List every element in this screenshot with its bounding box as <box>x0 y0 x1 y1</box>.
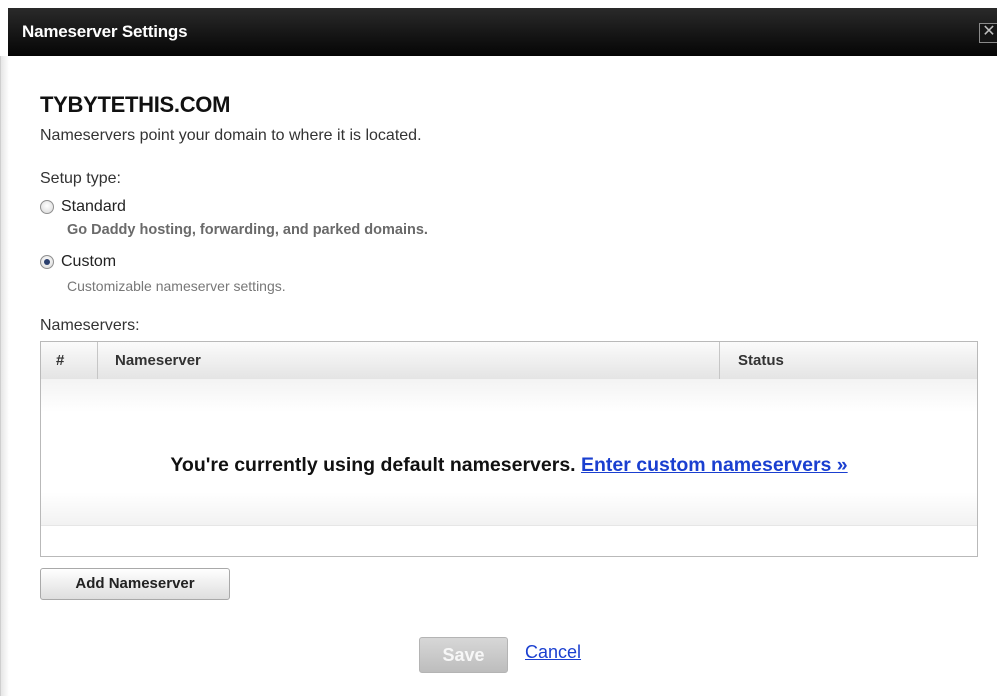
dialog-left-border <box>0 56 9 696</box>
dialog-titlebar: Nameserver Settings ✕ <box>8 8 997 56</box>
enter-custom-nameservers-link[interactable]: Enter custom nameservers » <box>581 454 848 476</box>
nameservers-table-header: # Nameserver Status <box>41 342 977 380</box>
setup-type-label: Setup type: <box>40 170 121 187</box>
setup-option-custom[interactable]: Custom <box>40 253 116 271</box>
column-header-number: # <box>56 352 65 369</box>
standard-description: Go Daddy hosting, forwarding, and parked… <box>67 222 428 238</box>
column-header-nameserver: Nameserver <box>115 352 201 369</box>
custom-description: Customizable nameserver settings. <box>67 278 286 294</box>
column-header-status: Status <box>738 352 784 369</box>
column-divider <box>97 342 98 379</box>
default-nameservers-text: You're currently using default nameserve… <box>170 454 576 476</box>
default-nameservers-message: You're currently using default nameserve… <box>41 454 977 477</box>
column-divider <box>719 342 720 379</box>
close-icon[interactable]: ✕ <box>979 23 997 43</box>
standard-label[interactable]: Standard <box>61 198 126 216</box>
table-band-top <box>41 379 977 412</box>
nameservers-label: Nameservers: <box>40 317 140 334</box>
domain-description: Nameservers point your domain to where i… <box>40 127 422 144</box>
custom-radio[interactable] <box>40 255 54 269</box>
setup-option-standard[interactable]: Standard <box>40 198 126 216</box>
dialog-title: Nameserver Settings <box>22 22 188 41</box>
cancel-link[interactable]: Cancel <box>525 642 581 663</box>
save-button[interactable]: Save <box>419 637 508 673</box>
table-band-bottom <box>41 492 977 526</box>
custom-label[interactable]: Custom <box>61 253 116 271</box>
domain-name-heading: TYBYTETHIS.COM <box>40 92 231 117</box>
add-nameserver-button[interactable]: Add Nameserver <box>40 568 230 600</box>
standard-radio[interactable] <box>40 200 54 214</box>
nameservers-table: # Nameserver Status You're currently usi… <box>40 341 978 557</box>
